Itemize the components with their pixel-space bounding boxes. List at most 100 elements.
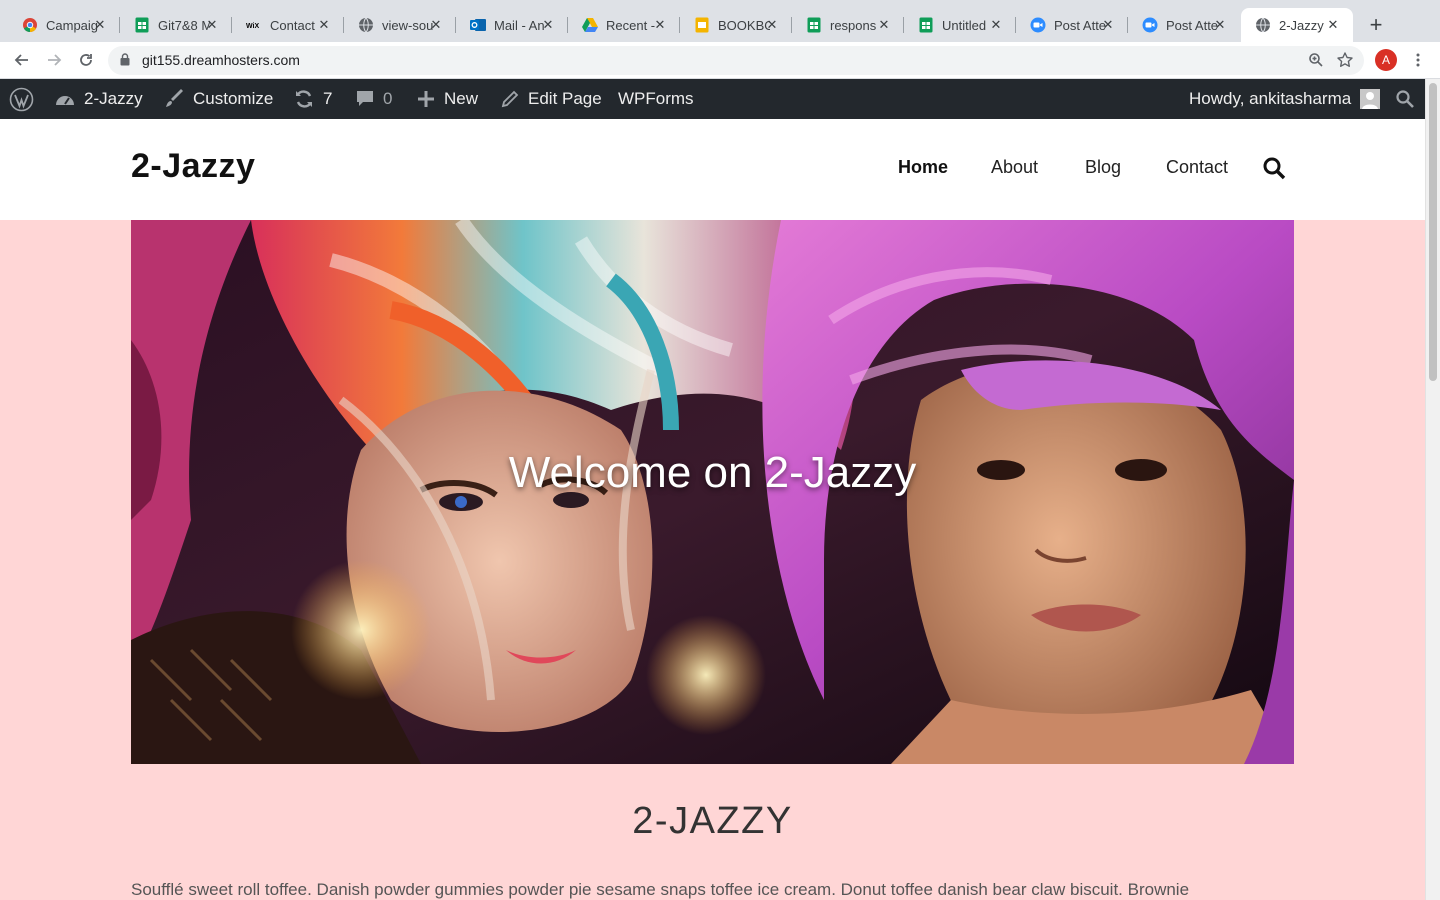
close-tab-icon[interactable]: ✕ [764,17,780,33]
outlook-icon [470,17,486,33]
url-text[interactable]: git155.dreamhosters.com [142,52,300,68]
star-icon[interactable] [1336,51,1354,69]
slides-icon [694,17,710,33]
wix-icon: WiX [246,17,262,33]
wpforms-link[interactable]: WPForms [618,79,694,119]
comments-link[interactable]: 0 [355,79,392,119]
close-tab-icon[interactable]: ✕ [428,17,444,33]
scrollbar-thumb[interactable] [1429,83,1437,381]
new-tab-button[interactable]: + [1364,12,1388,37]
updates-link[interactable]: 7 [293,79,332,119]
admin-search-button[interactable] [1395,79,1423,119]
close-tab-icon[interactable]: ✕ [988,17,1004,33]
close-tab-icon[interactable]: ✕ [876,17,892,33]
edit-page-label: Edit Page [528,89,602,108]
section-title: 2-JAZZY [632,800,793,842]
dashboard-gauge-icon [56,96,74,105]
tab-title: Git7&8 M [158,17,210,33]
kebab-menu-icon [1416,53,1420,67]
browser-tab[interactable]: WiX Contact ✕ [232,8,344,42]
hero-title: Welcome on 2-Jazzy [508,448,917,497]
admin-site-name-label: 2-Jazzy [84,89,143,108]
reload-button[interactable] [74,48,98,72]
page-scrollbar[interactable] [1425,79,1440,900]
tab-title: Contact [270,17,315,33]
comments-count: 0 [383,89,393,108]
zoom-icon [1142,17,1158,33]
paintbrush-icon [166,89,183,107]
browser-tab[interactable]: 2-Jazzy ✕ [1241,8,1353,42]
close-tab-icon[interactable]: ✕ [1100,17,1116,33]
zoom-icon[interactable] [1308,52,1324,68]
close-tab-icon[interactable]: ✕ [652,17,668,33]
back-button[interactable] [10,48,34,72]
browser-tab[interactable]: Post Atte ✕ [1016,8,1128,42]
close-tab-icon[interactable]: ✕ [540,17,556,33]
close-tab-icon[interactable]: ✕ [92,17,108,33]
comment-bubble-icon [357,91,373,106]
close-tab-icon[interactable]: ✕ [1325,17,1341,33]
browser-tab[interactable]: view-sou ✕ [344,8,456,42]
browser-tab[interactable]: Campaign✕ [8,8,120,42]
browser-tab[interactable]: respons ✕ [792,8,904,42]
intro-paragraph: Soufflé sweet roll toffee. Danish powder… [131,880,1190,899]
tab-title: Campaign [46,17,98,33]
globe-icon [358,17,374,33]
browser-tab[interactable]: Git7&8 M ✕ [120,8,232,42]
arrow-left-icon [14,54,28,66]
globe-icon [1255,17,1271,33]
menu-item-about[interactable]: About [991,157,1038,178]
wp-admin-bar: 2-Jazzy Customize 7 0 New Edit Page WPFo… [0,79,1425,119]
browser-tab[interactable]: Untitled ✕ [904,8,1016,42]
refresh-icon [296,90,312,108]
tab-title: BOOKBO [718,17,770,33]
customize-label: Customize [193,89,274,108]
hero-banner: Welcome on 2-Jazzy [131,220,1294,764]
sheets-icon [134,17,150,33]
profile-avatar[interactable]: A [1375,49,1397,71]
tab-title: Mail - An [494,17,545,33]
close-tab-icon[interactable]: ✕ [204,17,220,33]
arrow-right-icon [48,54,62,66]
menu-item-contact[interactable]: Contact [1166,157,1228,178]
address-bar[interactable]: git155.dreamhosters.com [108,46,1364,75]
plus-icon [418,91,434,107]
browser-tab[interactable]: BOOKBO ✕ [680,8,792,42]
lock-icon [120,53,130,66]
chrome-logo-icon [22,17,38,33]
wpforms-label: WPForms [618,89,694,108]
tab-title: Untitled [942,17,987,33]
svg-text:WiX: WiX [246,23,259,30]
menu-item-blog[interactable]: Blog [1085,157,1121,178]
browser-tab[interactable]: Post Atte ✕ [1128,8,1240,42]
wp-logo-menu[interactable] [9,79,42,119]
search-icon [1263,157,1286,180]
zoom-icon [1030,17,1046,33]
customize-link[interactable]: Customize [165,79,273,119]
wordpress-logo-icon [9,87,34,111]
account-menu[interactable]: Howdy, ankitasharma [1189,79,1381,119]
admin-site-name[interactable]: 2-Jazzy [54,79,143,119]
sheets-icon [918,17,934,33]
close-tab-icon[interactable]: ✕ [1212,17,1228,33]
new-label: New [444,89,479,108]
browser-tab[interactable]: Recent - ✕ [568,8,680,42]
forward-button[interactable] [42,48,66,72]
close-tab-icon[interactable]: ✕ [316,17,332,33]
header-search-button[interactable] [1262,156,1286,185]
user-avatar-icon [1360,89,1381,109]
updates-count: 7 [323,89,333,108]
browser-tab[interactable]: Mail - An ✕ [456,8,568,42]
edit-page-link[interactable]: Edit Page [500,79,602,119]
tab-title: Recent - [606,17,656,33]
tab-title: Post Atte [1054,17,1106,33]
drive-icon [582,17,598,33]
tab-title: view-sou [382,17,434,33]
howdy-label: Howdy, ankitasharma [1189,89,1352,108]
browser-menu-button[interactable] [1410,48,1426,72]
browser-tab-strip: Campaign✕Git7&8 M✕WiXContact✕view-sou✕Ma… [0,0,1440,42]
tab-title: Post Atte [1166,17,1218,33]
new-content-link[interactable]: New [416,79,478,119]
menu-item-home[interactable]: Home [898,157,948,178]
site-title[interactable]: 2-Jazzy [131,147,255,186]
